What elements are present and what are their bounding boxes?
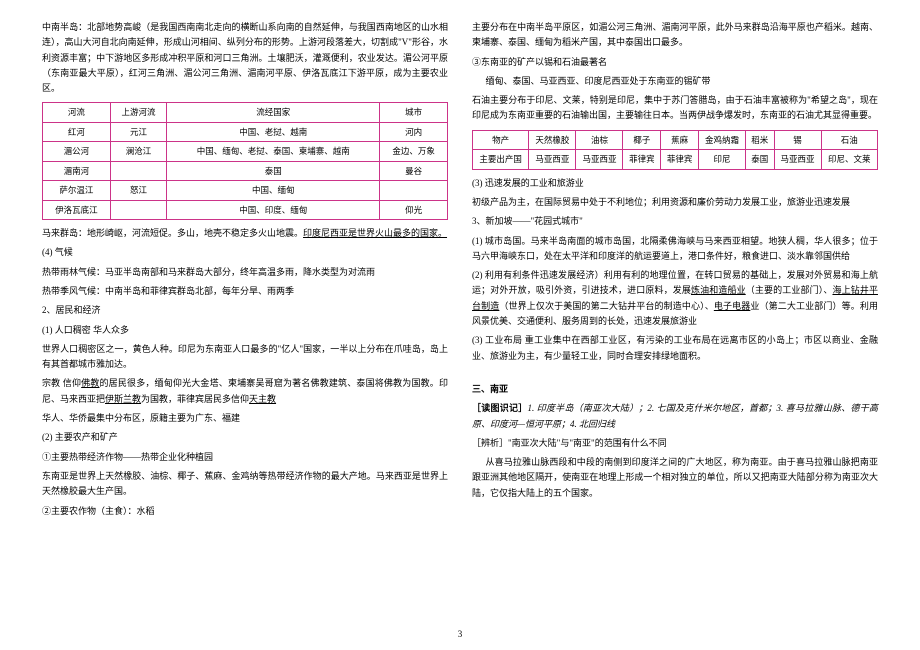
paragraph: 主要分布在中南半岛平原区，如湄公河三角洲、湄南河平原，此外马来群岛沿海平原也产稻… — [472, 20, 878, 51]
paragraph: 东南亚是世界上天然橡胶、油棕、椰子、蕉麻、金鸡纳等热带经济作物的最大产地。马来西… — [42, 469, 448, 500]
th: 石油 — [821, 130, 877, 149]
th: 稻米 — [746, 130, 774, 149]
underline-text: 佛教 — [81, 378, 99, 388]
cell: 印尼 — [699, 150, 746, 169]
paragraph: ③东南亚的矿产以锡和石油最著名 — [472, 55, 878, 70]
cell: 金边、万象 — [380, 142, 448, 161]
analysis-note: ［辨析］"南亚次大陆"与"南亚"的范围有什么不同 — [472, 436, 878, 451]
underline-text: 天主教 — [249, 394, 276, 404]
paragraph: 石油主要分布于印尼、文莱，特别是印尼，集中于苏门答腊岛，由于石油丰富被称为"希望… — [472, 93, 878, 124]
paragraph: 从喜马拉雅山脉西段和中段的南侧到印度洋之间的广大地区，称为南亚。由于喜马拉雅山脉… — [472, 455, 878, 501]
cell — [110, 200, 167, 219]
cell: 怒江 — [110, 181, 167, 200]
paragraph: 缅甸、泰国、马亚西亚、印度尼西亚处于东南亚的锡矿带 — [472, 74, 878, 89]
page-number: 3 — [458, 627, 463, 642]
cell: 中国、缅甸、老挝、泰国、柬埔寨、越南 — [167, 142, 380, 161]
product-table: 物产 天然橡胶 油棕 椰子 蕉麻 金鸡纳霜 稻米 锡 石油 主要出产国 马亚西亚… — [472, 130, 878, 170]
paragraph: 宗教 信仰佛教的居民很多，缅甸仰光大金塔、柬埔寨吴哥窟为著名佛教建筑、泰国将佛教… — [42, 376, 448, 407]
paragraph: 初级产品为主，在国际贸易中处于不利地位；利用资源和廉价劳动力发展工业，旅游业迅速… — [472, 195, 878, 210]
heading-minor: (2) 主要农产和矿产 — [42, 430, 448, 445]
cell: 澜沧江 — [110, 142, 167, 161]
paragraph: (1) 城市岛国。马来半岛南面的城市岛国，北隔柔佛海峡与马来西亚相望。地狭人稠，… — [472, 234, 878, 265]
th: 上游河流 — [110, 103, 167, 122]
memory-note: ［读图识记］1. 印度半岛（南亚次大陆）；2. 七国及克什米尔地区，首都；3. … — [472, 401, 878, 432]
cell: 主要出产国 — [473, 150, 529, 169]
heading-minor: (3) 迅速发展的工业和旅游业 — [472, 176, 878, 191]
th: 城市 — [380, 103, 448, 122]
th: 河流 — [43, 103, 111, 122]
cell: 河内 — [380, 122, 448, 141]
th: 椰子 — [623, 130, 661, 149]
cell: 曼谷 — [380, 161, 448, 180]
cell: 印尼、文莱 — [821, 150, 877, 169]
underline-text: 伊斯兰教 — [105, 394, 141, 404]
paragraph: 热带季风气候：中南半岛和菲律宾群岛北部，每年分旱、雨两季 — [42, 284, 448, 299]
cell: 马亚西亚 — [529, 150, 576, 169]
left-column: 中南半岛：北部地势高峻（是我国西南南北走向的横断山系向南的自然延伸，与我国西南地… — [30, 20, 460, 640]
paragraph: (2) 利用有利条件迅速发展经济）利用有利的地理位置，在转口贸易的基础上，发展对… — [472, 268, 878, 329]
paragraph: ①主要热带经济作物——热带企业化种植园 — [42, 450, 448, 465]
cell: 泰国 — [167, 161, 380, 180]
cell: 红河 — [43, 122, 111, 141]
th: 油棕 — [576, 130, 623, 149]
paragraph: 中南半岛：北部地势高峻（是我国西南南北走向的横断山系向南的自然延伸，与我国西南地… — [42, 20, 448, 96]
paragraph: 华人、华侨最集中分布区，原籍主要为广东、福建 — [42, 411, 448, 426]
th: 金鸡纳霜 — [699, 130, 746, 149]
cell: 泰国 — [746, 150, 774, 169]
paragraph: 马来群岛：地形崎岖，河流短促。多山，地壳不稳定多火山地震。印度尼西亚是世界火山最… — [42, 226, 448, 241]
cell — [380, 181, 448, 200]
river-table: 河流 上游河流 流经国家 城市 红河元江中国、老挝、越南河内 湄公河澜沧江中国、… — [42, 102, 448, 220]
paragraph: 热带雨林气候：马亚半岛南部和马来群岛大部分，终年高温多雨，降水类型为对流雨 — [42, 265, 448, 280]
cell: 元江 — [110, 122, 167, 141]
cell: 中国、印度、缅甸 — [167, 200, 380, 219]
cell: 菲律宾 — [661, 150, 699, 169]
cell — [110, 161, 167, 180]
heading-minor: 2、居民和经济 — [42, 303, 448, 318]
underline-text: 电子电器 — [714, 301, 751, 311]
underline-text: 印度尼西亚是世界火山最多的国家。 — [303, 228, 447, 238]
heading-minor: (4) 气候 — [42, 245, 448, 260]
cell: 马亚西亚 — [774, 150, 821, 169]
cell: 湄公河 — [43, 142, 111, 161]
th: 锡 — [774, 130, 821, 149]
cell: 菲律宾 — [623, 150, 661, 169]
cell: 马亚西亚 — [576, 150, 623, 169]
paragraph: ②主要农作物（主食）：水稻 — [42, 504, 448, 519]
cell: 中国、老挝、越南 — [167, 122, 380, 141]
cell: 萨尔温江 — [43, 181, 111, 200]
th: 流经国家 — [167, 103, 380, 122]
th: 物产 — [473, 130, 529, 149]
section-heading: 三、南亚 — [472, 382, 878, 397]
right-column: 主要分布在中南半岛平原区，如湄公河三角洲、湄南河平原，此外马来群岛沿海平原也产稻… — [460, 20, 890, 640]
cell: 湄南河 — [43, 161, 111, 180]
heading-minor: (1) 人口稠密 华人众多 — [42, 323, 448, 338]
paragraph: 世界人口稠密区之一，黄色人种。印尼为东南亚人口最多的"亿人"国家，一半以上分布在… — [42, 342, 448, 373]
cell: 伊洛瓦底江 — [43, 200, 111, 219]
heading-minor: 3、新加坡——"花园式城市" — [472, 214, 878, 229]
underline-text: 炼油和造船业 — [691, 285, 746, 295]
cell: 仰光 — [380, 200, 448, 219]
th: 天然橡胶 — [529, 130, 576, 149]
paragraph: (3) 工业布局 重工业集中在西部工业区，有污染的工业布局在远离市区的小岛上；市… — [472, 333, 878, 364]
cell: 中国、缅甸 — [167, 181, 380, 200]
th: 蕉麻 — [661, 130, 699, 149]
